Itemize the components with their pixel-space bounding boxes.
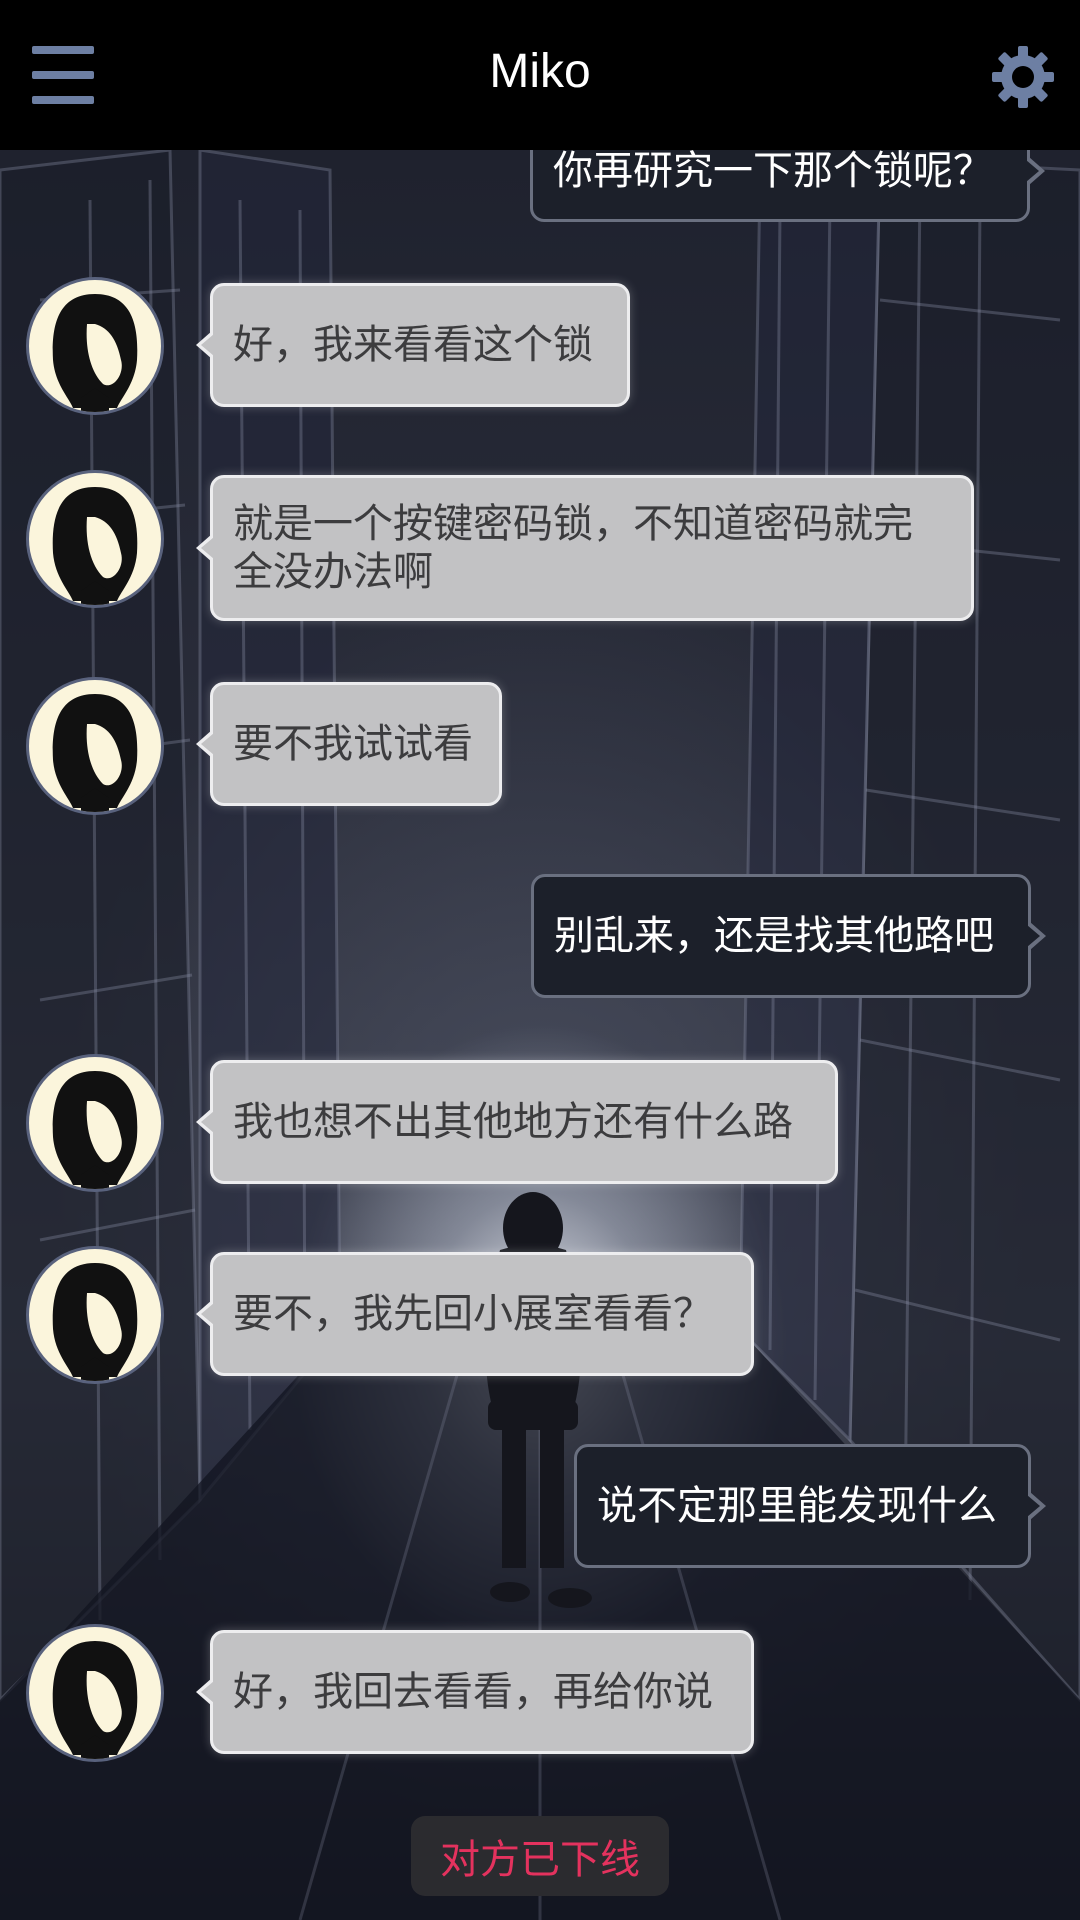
message-text: 别乱来，还是找其他路吧 xyxy=(554,913,994,959)
outgoing-message-bubble: 说不定那里能发现什么 xyxy=(574,1444,1046,1568)
message-text: 我也想不出其他地方还有什么路 xyxy=(233,1099,793,1145)
message-text: 你再研究一下那个锁呢？ xyxy=(553,150,993,194)
incoming-message-bubble: 好，我来看看这个锁 xyxy=(196,283,630,407)
avatar[interactable] xyxy=(26,1054,164,1192)
offline-status-badge: 对方已下线 xyxy=(411,1816,669,1896)
message-text: 要不，我先回小展室看看？ xyxy=(233,1291,713,1337)
avatar[interactable] xyxy=(26,277,164,415)
message-text: 好，我回去看看，再给你说 xyxy=(233,1669,713,1715)
incoming-message-bubble: 好，我回去看看，再给你说 xyxy=(196,1630,754,1754)
message-text: 就是一个按键密码锁，不知道密码就完全没办法啊 xyxy=(233,501,913,595)
message-text: 说不定那里能发现什么 xyxy=(597,1483,997,1529)
avatar[interactable] xyxy=(26,677,164,815)
avatar[interactable] xyxy=(26,1246,164,1384)
avatar[interactable] xyxy=(26,1624,164,1762)
avatar[interactable] xyxy=(26,470,164,608)
chat-message-list[interactable]: 你再研究一下那个锁呢？ 好，我来看看这个锁 就是一个按键密码锁，不知道密码就完全… xyxy=(0,150,1080,1920)
app-header: Miko xyxy=(0,0,1080,150)
outgoing-message-bubble: 别乱来，还是找其他路吧 xyxy=(531,874,1046,998)
incoming-message-bubble: 要不我试试看 xyxy=(196,682,502,806)
outgoing-message-bubble: 你再研究一下那个锁呢？ xyxy=(530,150,1045,222)
gear-icon[interactable] xyxy=(990,44,1056,110)
message-text: 要不我试试看 xyxy=(233,721,473,767)
incoming-message-bubble: 我也想不出其他地方还有什么路 xyxy=(196,1060,838,1184)
incoming-message-bubble: 就是一个按键密码锁，不知道密码就完全没办法啊 xyxy=(196,475,974,621)
page-title: Miko xyxy=(489,45,591,98)
incoming-message-bubble: 要不，我先回小展室看看？ xyxy=(196,1252,754,1376)
message-text: 好，我来看看这个锁 xyxy=(233,322,593,368)
